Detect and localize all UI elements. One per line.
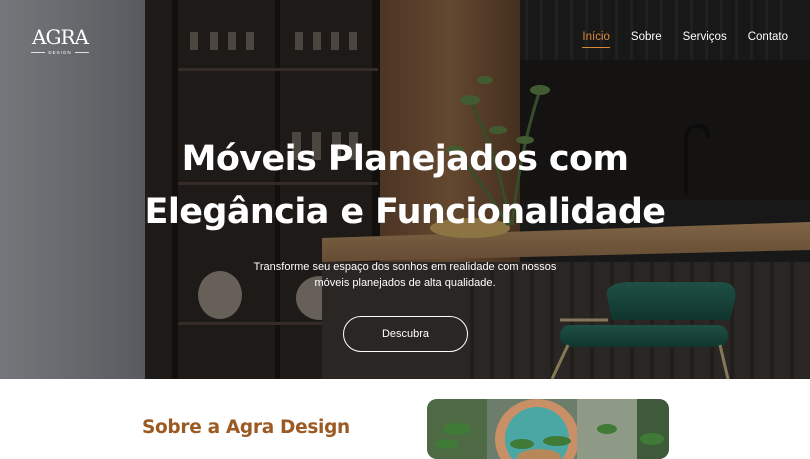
nav-link-sobre[interactable]: Sobre xyxy=(631,31,662,48)
about-image xyxy=(427,399,669,459)
nav-link-servicos[interactable]: Serviços xyxy=(683,31,727,48)
about-title: Sobre a Agra Design xyxy=(142,417,350,438)
hero-subtitle-line: Transforme seu espaço dos sonhos em real… xyxy=(253,261,557,273)
hero-title-line: Elegância e Funcionalidade xyxy=(144,192,666,232)
logo-divider xyxy=(74,52,89,53)
logo-divider xyxy=(31,52,46,53)
brand-logo[interactable]: AGRA DESIGN xyxy=(27,26,93,55)
hero-title-line: Móveis Planejados com xyxy=(181,139,629,179)
hero-section: AGRA DESIGN Início Sobre Serviços Contat… xyxy=(0,0,810,379)
main-nav: Início Sobre Serviços Contato xyxy=(582,31,788,48)
hero-subtitle-line: móveis planejados de alta qualidade. xyxy=(314,276,496,289)
logo-subtext: DESIGN xyxy=(48,50,72,55)
logo-wordmark: AGRA xyxy=(32,25,89,49)
discover-button[interactable]: Descubra xyxy=(343,316,468,352)
nav-link-contato[interactable]: Contato xyxy=(748,31,788,48)
hero-subtitle: Transforme seu espaço dos sonhos em real… xyxy=(0,260,810,291)
nav-link-inicio[interactable]: Início xyxy=(582,31,610,48)
logo-subline: DESIGN xyxy=(27,50,93,55)
hero-title: Móveis Planejados com Elegância e Funcio… xyxy=(0,133,810,239)
